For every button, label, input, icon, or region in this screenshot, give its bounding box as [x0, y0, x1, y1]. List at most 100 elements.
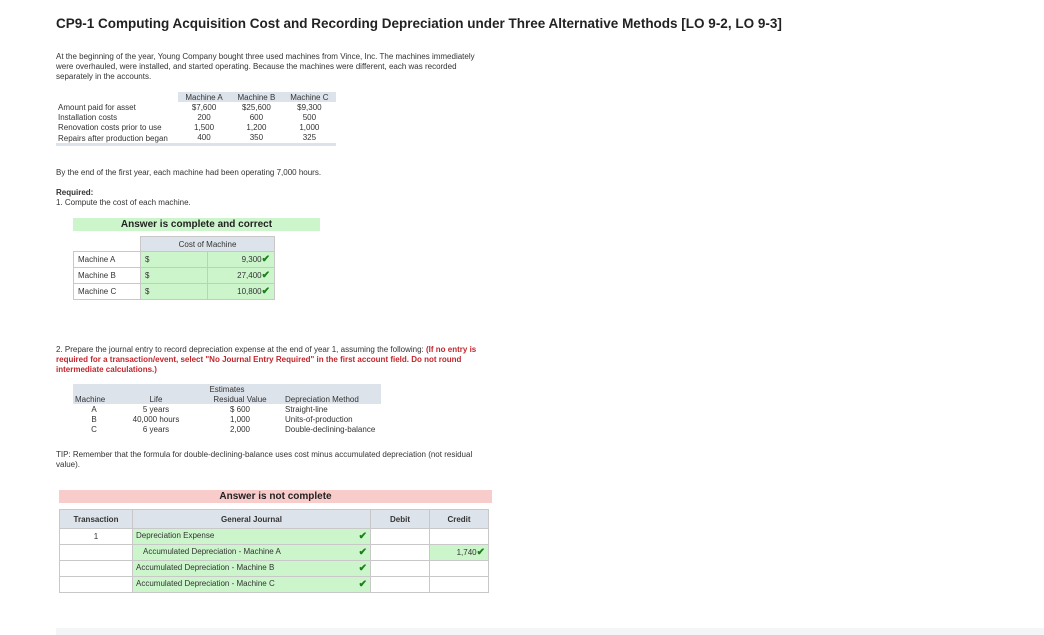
cost-input[interactable]: 10,800✔	[207, 283, 275, 300]
debit-input[interactable]	[370, 544, 430, 561]
journal-header-credit: Credit	[429, 509, 489, 529]
costs-cell: 600	[249, 112, 264, 122]
com-row: Machine B $ 27,400✔	[73, 267, 275, 284]
journal-row: Accumulated Depreciation - Machine C ✔	[59, 576, 489, 593]
journal-transaction	[59, 576, 133, 593]
account-select[interactable]: Accumulated Depreciation - Machine C ✔	[132, 576, 371, 593]
estimates-header-method: Depreciation Method	[283, 394, 381, 404]
estimates-row: A 5 years $ 600 Straight-line	[73, 404, 381, 414]
intro-text: At the beginning of the year, Young Comp…	[56, 52, 475, 81]
debit-input[interactable]	[370, 528, 430, 545]
estimates-life: 6 years	[142, 424, 170, 434]
credit-input[interactable]: 1,740✔	[429, 544, 489, 561]
checkmark-icon: ✔	[261, 270, 270, 281]
account-select[interactable]: Accumulated Depreciation - Machine B ✔	[132, 560, 371, 577]
com-row: Machine A $ 9,300✔	[73, 251, 275, 268]
tip-text: TIP: Remember that the formula for doubl…	[56, 450, 473, 469]
account-select[interactable]: Accumulated Depreciation - Machine A ✔	[132, 544, 371, 561]
estimates-header-row: Machine Life Residual Value Depreciation…	[73, 394, 381, 404]
estimates-method: Units-of-production	[285, 414, 353, 424]
costs-row: Amount paid for asset $7,600 $25,600 $9,…	[56, 102, 336, 112]
account-name: Accumulated Depreciation - Machine B	[136, 563, 275, 572]
journal-header-debit: Debit	[370, 509, 430, 529]
costs-cell: $7,600	[191, 102, 217, 112]
com-header-row: Cost of Machine	[73, 236, 275, 252]
answer-incomplete-banner: Answer is not complete	[59, 490, 492, 503]
estimates-machine: B	[91, 414, 97, 424]
account-select[interactable]: Depreciation Expense ✔	[132, 528, 371, 545]
checkmark-icon: ✔	[261, 286, 270, 297]
com-header-blank	[73, 236, 141, 252]
debit-input[interactable]	[370, 560, 430, 577]
costs-row-label: Installation costs	[58, 112, 118, 122]
estimates-life: 5 years	[142, 404, 170, 414]
requirement-1: 1. Compute the cost of each machine.	[56, 198, 191, 207]
journal-transaction	[59, 544, 133, 561]
journal-row: Accumulated Depreciation - Machine A ✔ 1,…	[59, 544, 489, 561]
journal-header-row: Transaction General Journal Debit Credit	[59, 509, 489, 529]
costs-cell: 325	[282, 132, 336, 146]
costs-cell: 1,000	[299, 122, 320, 132]
cost-of-machine-table: Cost of Machine Machine A $ 9,300✔ Machi…	[73, 236, 275, 300]
costs-row: Renovation costs prior to use 1,500 1,20…	[56, 122, 336, 132]
account-name: Accumulated Depreciation - Machine C	[136, 579, 275, 588]
requirement-2-main: 2. Prepare the journal entry to record d…	[56, 345, 424, 354]
journal-header-general: General Journal	[132, 509, 371, 529]
costs-header-blank	[56, 92, 178, 102]
journal-transaction	[59, 560, 133, 577]
estimates-table: Estimates Machine Life Residual Value De…	[73, 384, 381, 434]
costs-cell: 200	[197, 112, 211, 122]
journal-header-transaction: Transaction	[59, 509, 133, 529]
estimates-machine: C	[91, 424, 97, 434]
costs-row: Repairs after production began 400 350 3…	[56, 132, 336, 146]
checkmark-icon: ✔	[358, 563, 367, 574]
journal-transaction: 1	[59, 528, 133, 545]
costs-cell: 500	[302, 112, 317, 122]
com-row: Machine C $ 10,800✔	[73, 283, 275, 300]
costs-row: Installation costs 200 600 500	[56, 112, 336, 122]
currency-symbol: $	[140, 267, 208, 284]
costs-row-label: Amount paid for asset	[58, 102, 136, 112]
costs-header-row: Machine A Machine B Machine C	[56, 92, 336, 102]
com-row-label: Machine C	[73, 283, 141, 300]
debit-input[interactable]	[370, 576, 430, 593]
currency-symbol: $	[140, 251, 208, 268]
costs-cell: 1,500	[194, 122, 215, 132]
journal-table: Transaction General Journal Debit Credit…	[59, 509, 489, 593]
requirement-2: 2. Prepare the journal entry to record d…	[56, 345, 496, 375]
costs-cell: $9,300	[297, 102, 322, 112]
credit-input[interactable]	[429, 576, 489, 593]
costs-header-machine-c: Machine C	[282, 92, 336, 102]
com-row-label: Machine A	[73, 251, 141, 268]
estimates-residual: 1,000	[229, 414, 251, 424]
page-title: CP9-1 Computing Acquisition Cost and Rec…	[56, 16, 782, 31]
estimates-header-life: Life	[115, 394, 197, 404]
costs-header-machine-b: Machine B	[230, 92, 283, 102]
cost-input[interactable]: 9,300✔	[207, 251, 275, 268]
estimates-machine: A	[91, 404, 97, 414]
credit-value: 1,740	[456, 548, 477, 557]
estimates-method: Straight-line	[285, 404, 328, 414]
operating-hours-text: By the end of the first year, each machi…	[56, 168, 322, 177]
account-name: Depreciation Expense	[136, 531, 215, 540]
estimates-header-machine: Machine	[73, 394, 115, 404]
costs-table: Machine A Machine B Machine C Amount pai…	[56, 92, 336, 146]
costs-cell: 400	[178, 132, 231, 146]
journal-row: 1 Depreciation Expense ✔	[59, 528, 489, 545]
costs-cell: $25,600	[241, 102, 271, 112]
cost-input[interactable]: 27,400✔	[207, 267, 275, 284]
cost-value: 9,300	[241, 255, 262, 264]
estimates-row: B 40,000 hours 1,000 Units-of-production	[73, 414, 381, 424]
com-header: Cost of Machine	[140, 236, 275, 252]
credit-input[interactable]	[429, 560, 489, 577]
estimates-method: Double-declining-balance	[285, 424, 376, 434]
costs-cell: 1,200	[246, 122, 267, 132]
credit-input[interactable]	[429, 528, 489, 545]
account-name: Accumulated Depreciation - Machine A	[143, 547, 281, 556]
cost-value: 27,400	[237, 271, 262, 280]
estimates-group-header: Estimates	[73, 384, 381, 394]
cost-value: 10,800	[237, 287, 262, 296]
journal-row: Accumulated Depreciation - Machine B ✔	[59, 560, 489, 577]
estimates-group-row: Estimates	[73, 384, 381, 394]
checkmark-icon: ✔	[261, 254, 270, 265]
